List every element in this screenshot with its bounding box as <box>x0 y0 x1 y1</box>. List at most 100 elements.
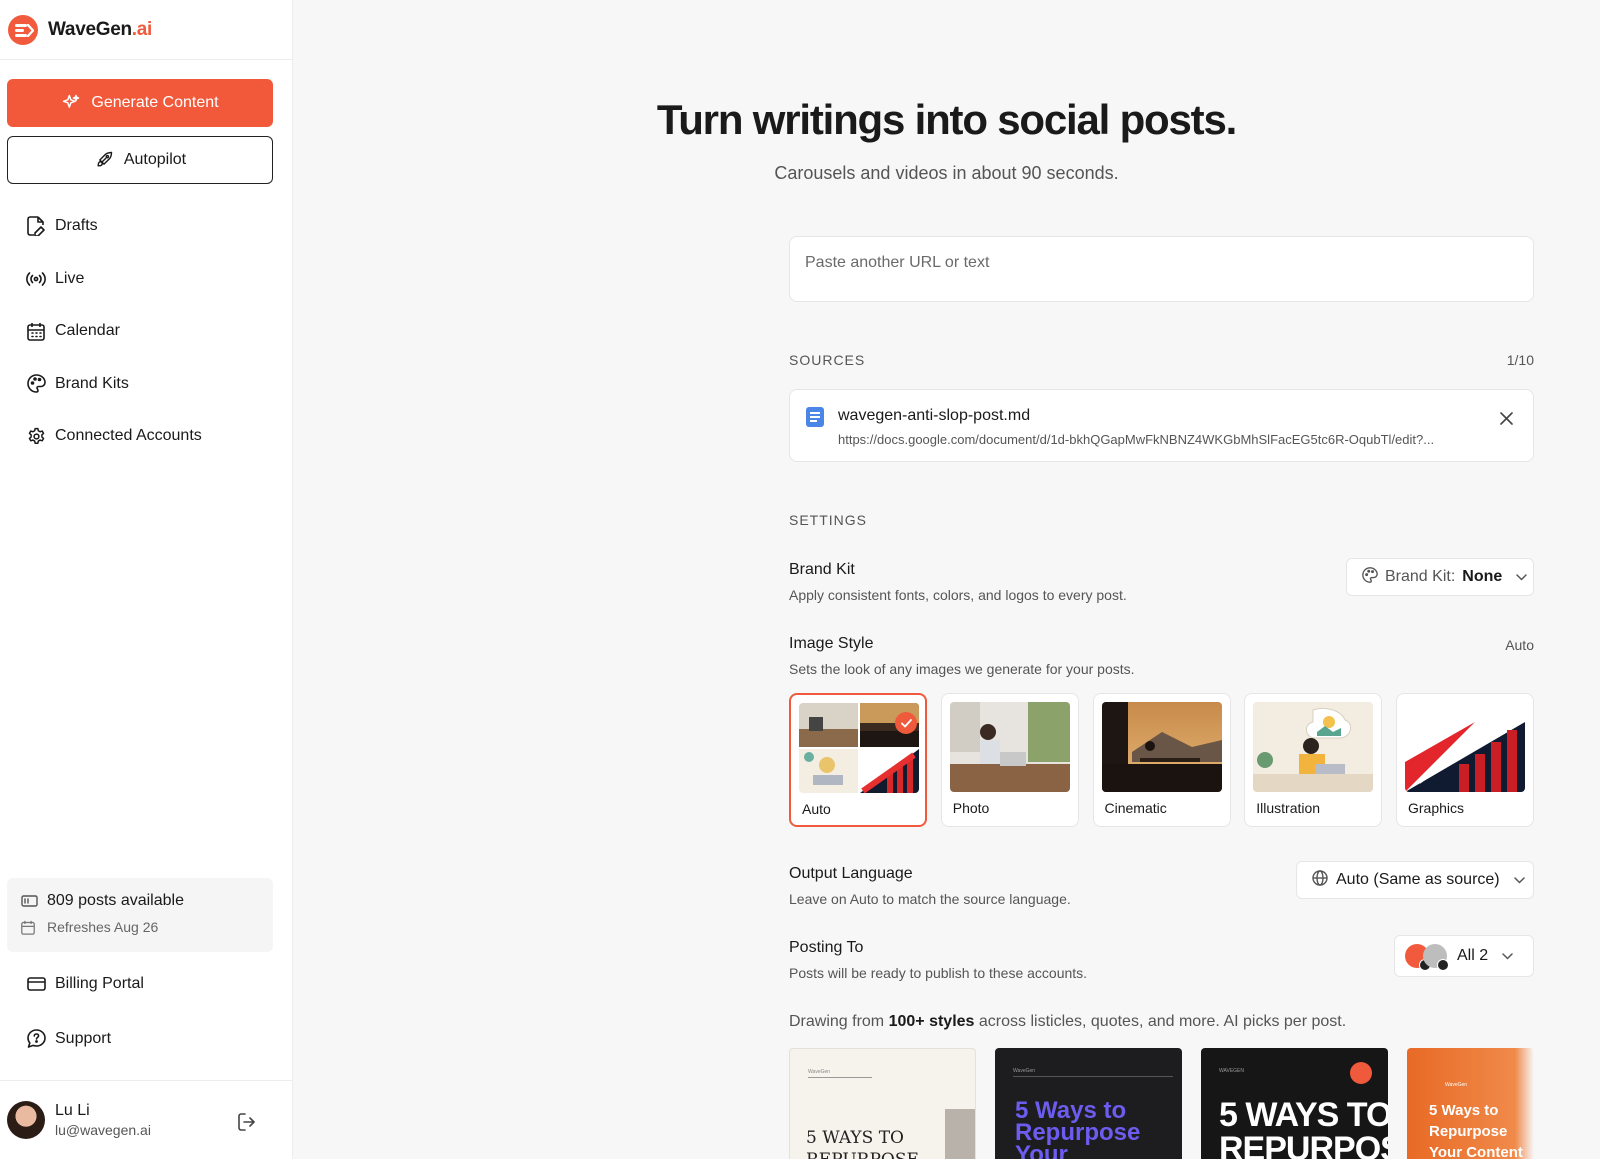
style-previews: WaveGen 5 WAYS TO REPURPOSE WaveGen 5 Wa… <box>789 1048 1534 1159</box>
generate-content-button[interactable]: Generate Content <box>7 79 273 127</box>
sidebar-item-live[interactable]: Live <box>0 253 292 306</box>
rocket-icon <box>97 151 113 167</box>
image-style-setting: Image Style Sets the look of any images … <box>789 635 1534 677</box>
output-language-dropdown[interactable]: Auto (Same as source) <box>1296 861 1534 899</box>
sidebar-item-calendar[interactable]: Calendar <box>0 305 292 358</box>
ticket-icon <box>21 895 41 907</box>
calendar-small-icon <box>21 920 41 935</box>
posting-to-value: All 2 <box>1457 947 1489 964</box>
image-style-current: Auto <box>1505 637 1534 653</box>
url-text-input[interactable] <box>789 236 1534 302</box>
image-style-title: Image Style <box>789 635 874 652</box>
style-option-label: Photo <box>952 800 990 816</box>
sparkles-icon <box>63 94 80 108</box>
settings-label: SETTINGS <box>789 512 868 528</box>
sidebar-item-connected-accounts[interactable]: Connected Accounts <box>0 410 292 463</box>
image-style-options: Auto Photo Cinematic Illustration Graphi… <box>789 693 1534 827</box>
preview-card: WaveGen 5 Ways to Repurpose Your Content <box>1407 1048 1534 1159</box>
chevron-down-icon <box>1513 871 1525 889</box>
sidebar-item-billing-portal[interactable]: Billing Portal <box>0 956 292 1011</box>
preview-text: 5 WAYS TO REPURPOSE <box>1219 1096 1388 1159</box>
brand-kit-dd-value: None <box>1462 568 1503 585</box>
style-option-cinematic[interactable]: Cinematic <box>1092 693 1231 827</box>
style-graphics-thumbnail <box>1405 702 1525 792</box>
style-option-graphics[interactable]: Graphics <box>1396 693 1534 827</box>
image-style-desc: Sets the look of any images we generate … <box>789 661 1135 677</box>
remove-source-close-icon[interactable] <box>1500 412 1513 430</box>
preview-card: WaveGen 5 Ways to Repurpose Your <box>995 1048 1182 1159</box>
globe-icon <box>1312 869 1328 891</box>
preview-text: 5 Ways to Repurpose Your <box>1015 1097 1141 1159</box>
autopilot-button[interactable]: Autopilot <box>7 136 273 184</box>
sidebar-item-label: Live <box>55 269 85 287</box>
posts-available: 809 posts available <box>47 892 184 909</box>
main-content: Turn writings into social posts. Carouse… <box>293 0 1600 1159</box>
page-subtitle: Carousels and videos in about 90 seconds… <box>774 163 1119 183</box>
brand-kit-dd-label: Brand Kit: <box>1385 568 1456 585</box>
autopilot-label: Autopilot <box>123 151 187 168</box>
brand-kit-setting: Brand Kit Apply consistent fonts, colors… <box>789 558 1534 603</box>
sidebar: WaveGen.ai Generate Content Autopilot Dr… <box>0 0 293 1159</box>
sidebar-bottom-nav: Billing Portal Support <box>0 956 292 1066</box>
page-title: Turn writings into social posts. <box>656 96 1237 143</box>
style-option-photo[interactable]: Photo <box>940 693 1079 827</box>
sidebar-nav: Drafts Live Calendar Brand Kits Connecte… <box>0 200 292 463</box>
file-pen-icon <box>26 216 46 237</box>
chevron-down-icon <box>1502 947 1513 965</box>
source-name: wavegen-anti-slop-post.md <box>838 407 1031 424</box>
selected-check-icon <box>895 712 917 734</box>
chevron-down-icon <box>1516 568 1528 586</box>
wavegen-logo-icon <box>8 14 38 45</box>
user-name: Lu Li <box>55 1102 90 1119</box>
account-avatar-pinterest <box>1423 944 1449 971</box>
brand-kit-dropdown[interactable]: Brand Kit: None <box>1346 558 1534 596</box>
sidebar-item-brand-kits[interactable]: Brand Kits <box>0 358 292 411</box>
sidebar-item-label: Connected Accounts <box>55 427 202 445</box>
style-option-auto[interactable]: Auto <box>789 693 927 827</box>
sidebar-item-support[interactable]: Support <box>0 1011 292 1066</box>
style-option-label: Graphics <box>1408 800 1465 816</box>
style-option-label: Cinematic <box>1104 800 1167 816</box>
posting-to-setting: Posting To Posts will be ready to publis… <box>789 935 1534 981</box>
avatar <box>7 1101 45 1139</box>
calendar-icon <box>26 321 46 341</box>
sources-label: SOURCES <box>789 352 866 368</box>
sidebar-item-label: Brand Kits <box>55 374 129 392</box>
sidebar-item-label: Billing Portal <box>55 974 144 992</box>
style-option-label: Illustration <box>1256 800 1321 816</box>
sources-count: 1/10 <box>1506 352 1534 368</box>
arrow-badge-icon <box>1350 1062 1372 1084</box>
palette-icon <box>1362 566 1378 588</box>
styles-note: Drawing from 100+ styles across listicle… <box>789 1013 1347 1030</box>
broadcast-icon <box>26 269 46 289</box>
style-option-illustration[interactable]: Illustration <box>1244 693 1383 827</box>
generate-content-label: Generate Content <box>91 94 219 111</box>
logout-icon[interactable] <box>238 1113 256 1136</box>
source-item[interactable]: wavegen-anti-slop-post.md https://docs.g… <box>789 389 1534 462</box>
credit-card-icon <box>26 974 46 994</box>
refresh-date: Refreshes Aug 26 <box>47 919 159 935</box>
user-profile[interactable]: Lu Li lu@wavegen.ai <box>0 1080 292 1159</box>
logo[interactable]: WaveGen.ai <box>0 0 292 60</box>
posting-to-dropdown[interactable]: All 2 <box>1394 935 1534 977</box>
palette-icon <box>26 374 46 394</box>
user-email: lu@wavegen.ai <box>55 1122 151 1138</box>
style-cinematic-thumbnail <box>1101 702 1222 792</box>
output-language-setting: Output Language Leave on Auto to match t… <box>789 861 1534 907</box>
pinterest-icon <box>1437 959 1449 971</box>
sidebar-item-label: Drafts <box>55 217 98 235</box>
style-illustration-thumbnail <box>1253 702 1374 792</box>
source-url: https://docs.google.com/document/d/1d-bk… <box>838 432 1435 447</box>
usage-card: 809 posts available Refreshes Aug 26 <box>7 878 273 952</box>
preview-text: 5 Ways to Repurpose Your Content <box>1429 1102 1523 1159</box>
app-name: WaveGen.ai <box>48 18 153 40</box>
sidebar-item-drafts[interactable]: Drafts <box>0 200 292 253</box>
output-language-value: Auto (Same as source) <box>1336 871 1500 888</box>
preview-card: WAVEGEN 5 WAYS TO REPURPOSE <box>1201 1048 1388 1159</box>
sidebar-item-label: Calendar <box>55 322 120 340</box>
style-option-label: Auto <box>802 801 831 817</box>
sidebar-item-label: Support <box>55 1029 112 1047</box>
google-doc-icon <box>806 407 824 427</box>
sources-header: SOURCES 1/10 <box>789 352 1534 368</box>
gear-icon <box>26 426 46 446</box>
